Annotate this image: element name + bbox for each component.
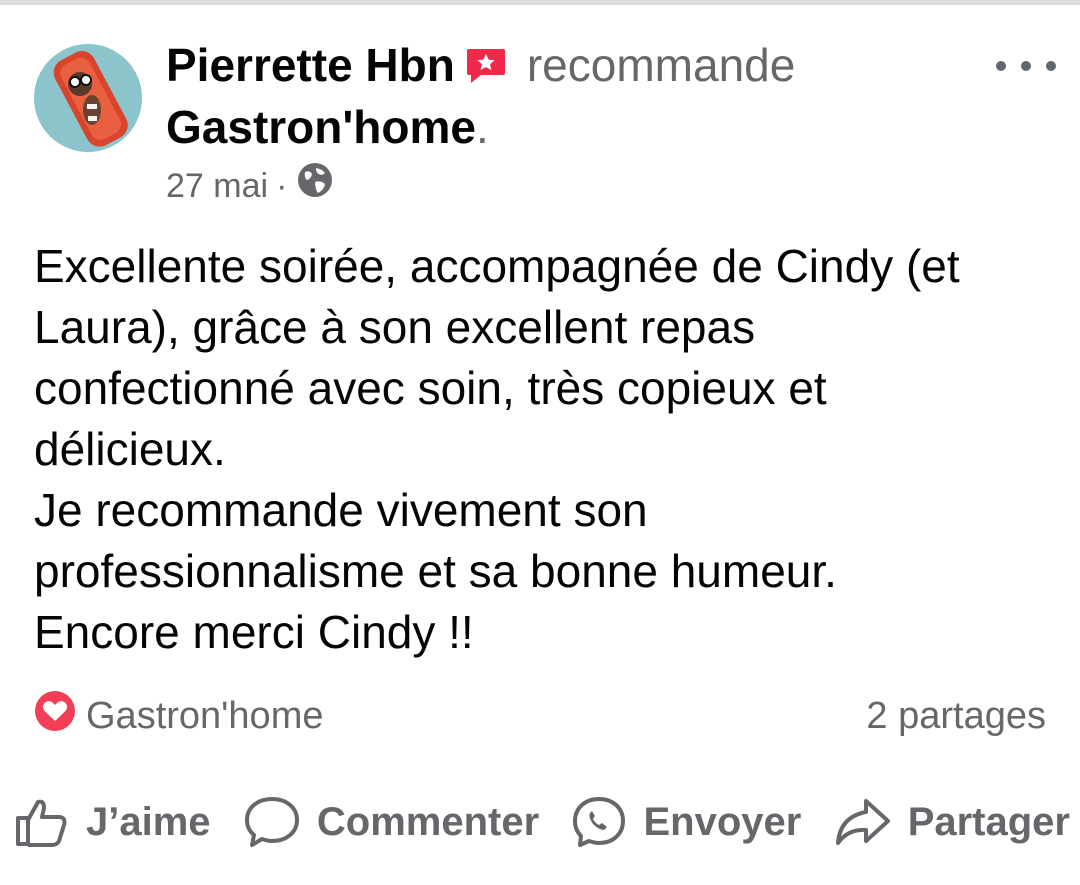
send-label: Envoyer [643,799,802,844]
post-body-line: professionnalisme et sa bonne humeur. [34,545,837,597]
post-body-line: délicieux. [34,423,226,475]
action-bar: J’aime Commenter Envoyer Partager [14,790,1070,854]
post-body-line: Encore merci Cindy !! [34,606,474,658]
comment-bubble-icon [244,797,299,847]
recommend-action-text: recommande [526,39,796,91]
post-body: Excellente soirée, accompagnée de Cindy … [34,236,1064,663]
post-header: Pierrette Hbn recommande Gastron'home. [166,36,986,156]
comment-button[interactable]: Commenter [243,795,539,849]
post-date[interactable]: 27 mai [166,164,268,208]
page-name[interactable]: Gastron'home [166,101,476,153]
reaction-summary[interactable]: Gastron'home [34,690,323,742]
comment-label: Commenter [316,799,540,844]
globe-icon[interactable] [297,162,333,209]
avatar[interactable] [34,44,142,152]
heart-icon [34,690,76,742]
post-body-line: Excellente soirée, accompagnée de Cindy … [34,240,960,292]
meta-separator: · [276,166,288,205]
share-arrow-icon [835,799,890,845]
send-button[interactable]: Envoyer [571,795,801,849]
more-dot [996,61,1006,71]
shares-count[interactable]: 2 partages [866,695,1046,738]
reactions-bar: Gastron'home 2 partages [34,690,1046,742]
author-name[interactable]: Pierrette Hbn [166,39,455,91]
reactor-name: Gastron'home [86,694,324,737]
post-body-line: Laura), grâce à son excellent repas [34,301,756,353]
top-divider [0,0,1080,5]
post-meta: 27 mai · [166,162,333,209]
share-button[interactable]: Partager [834,797,1070,847]
more-dot [1046,61,1056,71]
recommend-badge-icon [465,40,507,98]
more-dot [1021,61,1031,71]
messenger-icon [573,797,626,847]
like-button[interactable]: J’aime [14,796,211,848]
post-body-line: Je recommande vivement son [34,484,648,536]
share-label: Partager [907,799,1070,844]
thumbs-up-icon [16,799,67,847]
post-body-line: confectionné avec soin, très copieux et [34,362,827,414]
more-options-icon[interactable] [996,56,1056,76]
like-label: J’aime [86,799,211,844]
page-name-period: . [475,101,489,153]
